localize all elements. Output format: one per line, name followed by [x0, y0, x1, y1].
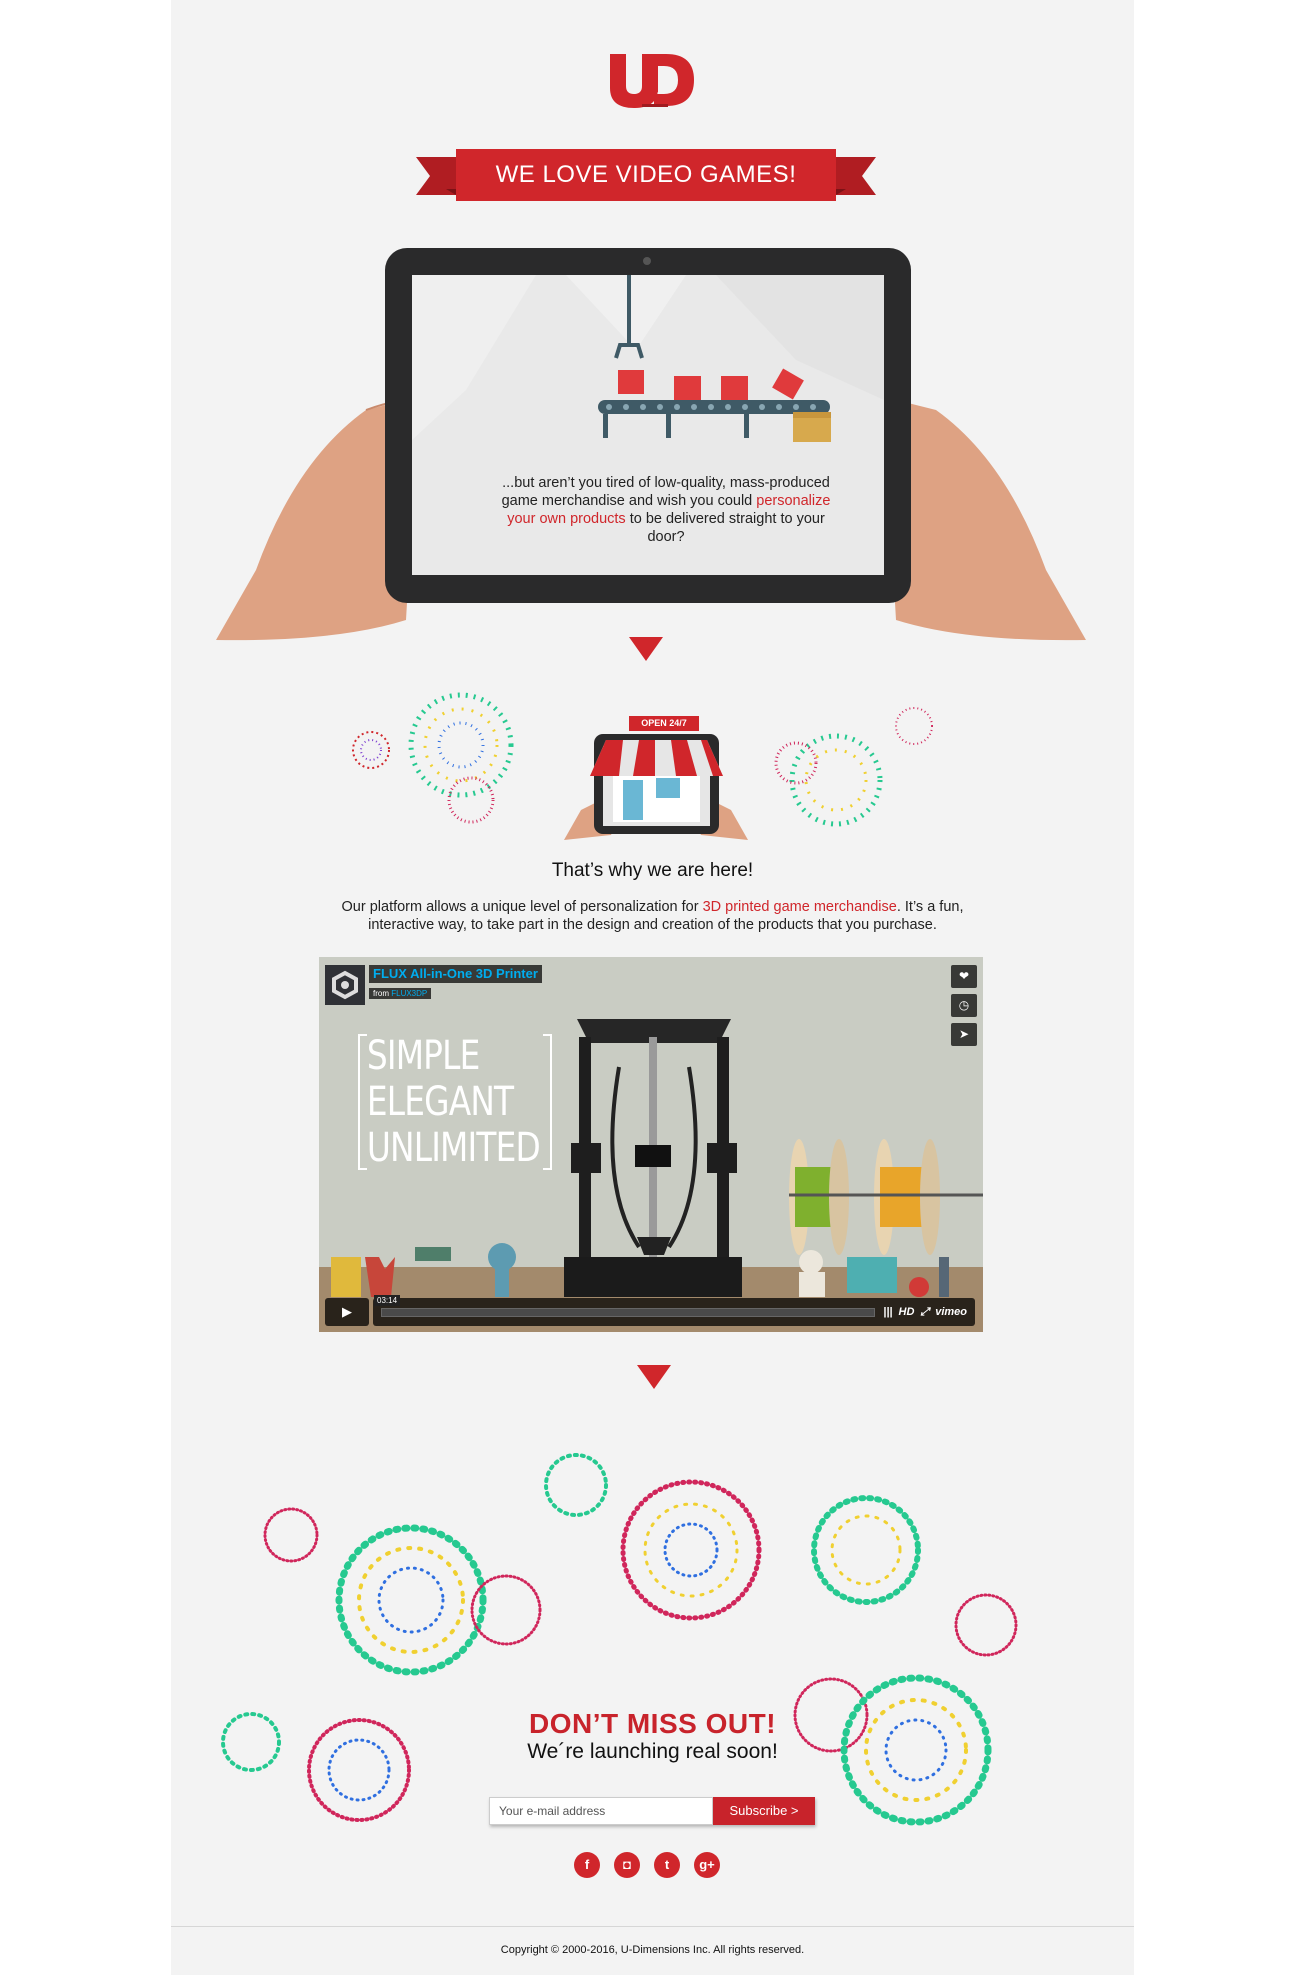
footer-divider: [171, 1926, 1134, 1927]
video-title-link[interactable]: FLUX All-in-One 3D Printer: [369, 965, 542, 983]
instagram-icon[interactable]: ◘: [614, 1852, 640, 1878]
video-side-buttons: ❤ ◷ ➤: [951, 965, 977, 1046]
email-input[interactable]: [489, 1797, 713, 1825]
video-title-box: FLUX All-in-One 3D Printer from FLUX3DP: [325, 965, 542, 1005]
why-text-before: Our platform allows a unique level of pe…: [341, 899, 703, 915]
volume-icon[interactable]: |||: [883, 1306, 892, 1319]
progress-area: 03:14 ||| HD ⤢ vimeo: [373, 1294, 975, 1326]
video-overlay-line-3: UNLIMITED: [366, 1125, 541, 1171]
subscribe-form: Subscribe >: [489, 1797, 815, 1825]
progress-bar[interactable]: 03:14: [374, 1294, 876, 1317]
store-sign: OPEN 24/7: [641, 718, 687, 728]
video-player[interactable]: SIMPLE ELEGANT UNLIMITED FLUX All-in-One…: [319, 957, 983, 1332]
send-icon[interactable]: ➤: [951, 1023, 977, 1046]
video-time: 03:14: [374, 1294, 401, 1306]
play-button[interactable]: ▶: [325, 1298, 369, 1326]
why-text-highlight: 3D printed game merchandise: [702, 899, 897, 915]
banner-ribbon: WE LOVE VIDEO GAMES!: [416, 149, 876, 205]
copyright: Copyright © 2000-2016, U-Dimensions Inc.…: [500, 1944, 805, 1956]
hero-tablet: ...but aren’t you tired of low-quality, …: [216, 240, 1086, 650]
video-from-user[interactable]: FLUX3DP: [391, 989, 427, 998]
page: WE LOVE VIDEO GAMES! ...but aren’t you t…: [171, 0, 1134, 1975]
twitter-icon[interactable]: t: [654, 1852, 680, 1878]
ud-logo[interactable]: [606, 48, 698, 110]
hero-text-after: to be delivered straight to your door?: [625, 511, 825, 545]
hero-text: ...but aren’t you tired of low-quality, …: [496, 474, 836, 546]
fireworks-bottom: [221, 1453, 1018, 1826]
why-title: That’s why we are here!: [551, 860, 754, 881]
video-overlay-line-1: SIMPLE: [366, 1033, 480, 1079]
banner-title: WE LOVE VIDEO GAMES!: [495, 161, 797, 188]
signup-headline: DON’T MISS OUT!: [528, 1708, 777, 1739]
scroll-arrow-1: [629, 637, 663, 661]
facebook-icon[interactable]: f: [574, 1852, 600, 1878]
scroll-arrow-2: [637, 1365, 671, 1389]
video-overlay-line-2: ELEGANT: [366, 1079, 514, 1125]
store-illustration: OPEN 24/7: [331, 690, 981, 850]
googleplus-icon[interactable]: g+: [694, 1852, 720, 1878]
video-controls: ▶ 03:14 ||| HD ⤢ vimeo: [325, 1294, 975, 1326]
channel-avatar[interactable]: [325, 965, 365, 1005]
hd-button[interactable]: HD: [899, 1306, 915, 1319]
subscribe-button[interactable]: Subscribe >: [713, 1797, 815, 1825]
video-from-label: from: [373, 989, 389, 998]
firework-small-left: [352, 731, 390, 769]
heart-icon[interactable]: ❤: [951, 965, 977, 988]
fullscreen-icon[interactable]: ⤢: [920, 1306, 929, 1319]
social-links: f ◘ t g+: [574, 1852, 720, 1878]
control-icons: ||| HD ⤢ vimeo: [883, 1306, 967, 1319]
video-overlay-text: SIMPLE ELEGANT UNLIMITED: [357, 1033, 553, 1173]
signup-subheadline: We´re launching real soon!: [527, 1740, 778, 1763]
why-text: Our platform allows a unique level of pe…: [321, 898, 984, 934]
video-from: from FLUX3DP: [369, 988, 432, 999]
vimeo-logo[interactable]: vimeo: [935, 1306, 967, 1319]
clock-icon[interactable]: ◷: [951, 994, 977, 1017]
